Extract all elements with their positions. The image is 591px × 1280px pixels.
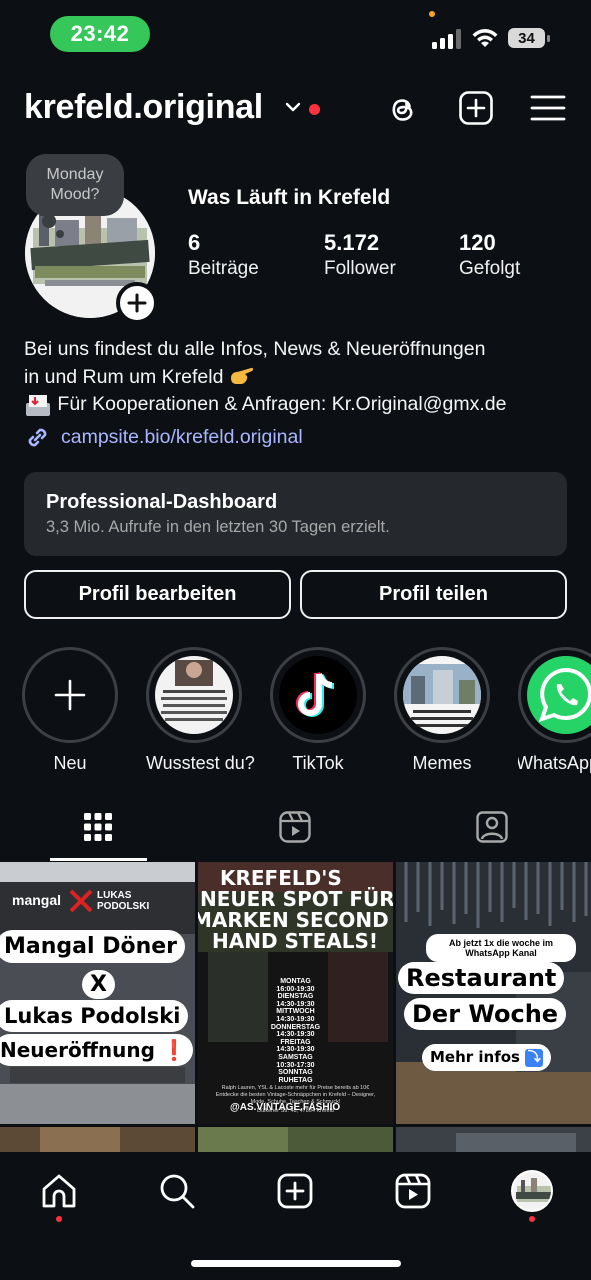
- stat-value: 5.172: [324, 230, 380, 255]
- grid-icon[interactable]: [81, 810, 115, 844]
- highlight-wusstest-du[interactable]: Wusstest du?: [146, 647, 255, 774]
- post-title-line: Neueröffnung: [0, 1038, 155, 1062]
- post-thumbnail[interactable]: Ab jetzt 1x die woche im WhatsApp Kanal …: [396, 862, 591, 1124]
- cellular-signal-icon: [432, 29, 461, 49]
- chevron-down-icon[interactable]: [284, 100, 302, 114]
- profile-notification-dot: [529, 1216, 535, 1222]
- wifi-icon: [472, 29, 498, 47]
- more-info-label: Mehr infos: [430, 1048, 520, 1066]
- highlight-cover: [403, 656, 481, 734]
- plus-icon: [127, 293, 147, 313]
- menu-icon[interactable]: [530, 90, 566, 126]
- post-headline: KREFELD'S: [220, 866, 342, 890]
- create-icon[interactable]: [276, 1172, 314, 1210]
- post-grid: mangal LUKAS PODOLSKI Mangal Döner X Luk…: [0, 862, 591, 1157]
- create-post-icon[interactable]: [458, 90, 494, 126]
- stat-label: Beiträge: [188, 258, 259, 279]
- post-title-line: Restaurant: [398, 962, 565, 994]
- bio-line: Bei uns findest du alle Infos, News & Ne…: [24, 338, 486, 360]
- tiktok-icon: [279, 656, 357, 734]
- profile-nav-avatar[interactable]: [511, 1170, 553, 1212]
- battery-level: 34: [508, 28, 545, 48]
- highlight-whatsapp[interactable]: WhatsApp: [518, 647, 591, 774]
- post-title-line: Lukas Podolski: [0, 1000, 189, 1032]
- home-indicator: [191, 1260, 401, 1267]
- whatsapp-icon: [527, 656, 591, 734]
- post-handle: @AS.VINTAGE.FASHIO: [230, 1102, 341, 1113]
- stat-posts[interactable]: 6 Beiträge: [188, 230, 259, 280]
- exclamation-icon: ❗: [161, 1038, 187, 1062]
- privacy-indicator-dot: [429, 11, 435, 17]
- profile-tabs: [0, 800, 591, 862]
- bio-link[interactable]: campsite.bio/krefeld.original: [24, 424, 303, 451]
- status-time: 23:42: [50, 16, 150, 52]
- post-title-line: Der Woche: [404, 998, 567, 1030]
- stat-label: Gefolgt: [459, 258, 521, 279]
- post-title-line: Mangal Döner: [0, 930, 186, 963]
- link-icon: [28, 428, 47, 447]
- plus-icon: [54, 679, 86, 711]
- profile-bio: Bei uns findest du alle Infos, News & Ne…: [24, 336, 506, 419]
- highlight-memes[interactable]: Memes: [394, 647, 490, 774]
- x-mark-icon: [69, 889, 93, 913]
- battery-icon: 34: [508, 26, 552, 50]
- highlight-label: TikTok: [292, 753, 344, 773]
- highlight-new[interactable]: Neu: [22, 647, 118, 774]
- sign-brand: mangal: [12, 892, 62, 908]
- display-name: Was Läuft in Krefeld: [188, 186, 391, 209]
- arrow-down-icon: ⤵: [525, 1048, 544, 1067]
- reels-icon[interactable]: [278, 810, 312, 844]
- post-headline: NEUER SPOT FÜR: [200, 887, 393, 911]
- bio-link-text[interactable]: campsite.bio/krefeld.original: [61, 426, 303, 449]
- add-story-button[interactable]: [116, 282, 158, 324]
- post-title-line: X: [82, 970, 115, 999]
- search-icon[interactable]: [158, 1172, 196, 1210]
- bio-line: Für Kooperationen & Anfragen: Kr.Origina…: [57, 393, 507, 415]
- stat-value: 120: [459, 230, 496, 255]
- edit-profile-button[interactable]: Profil bearbeiten: [24, 570, 291, 619]
- sign-partner: LUKAS PODOLSKI: [97, 890, 150, 912]
- highlight-label: WhatsApp: [518, 753, 591, 773]
- highlight-label: Memes: [412, 753, 472, 773]
- stat-followers[interactable]: 5.172 Follower: [324, 230, 396, 280]
- bio-line: in und Rum um Krefeld: [24, 365, 224, 388]
- home-icon[interactable]: [40, 1172, 78, 1210]
- post-thumbnail[interactable]: KREFELD'S NEUER SPOT FÜR MARKEN SECOND H…: [198, 862, 393, 1124]
- highlight-label: Neu: [53, 753, 87, 773]
- post-headline: MARKEN SECOND: [198, 908, 389, 932]
- status-bar: 23:42 34: [0, 0, 591, 70]
- dashboard-subtitle: 3,3 Mio. Aufrufe in den letzten 30 Tagen…: [46, 518, 390, 536]
- highlight-tiktok[interactable]: TikTok: [270, 647, 366, 774]
- stat-label: Follower: [324, 258, 396, 279]
- highlight-label: Wusstest du?: [146, 753, 255, 773]
- account-notification-dot: [309, 104, 320, 115]
- share-profile-button[interactable]: Profil teilen: [300, 570, 567, 619]
- profile-username[interactable]: krefeld.original: [24, 88, 263, 127]
- highlight-cover: [155, 656, 233, 734]
- home-notification-dot: [56, 1216, 62, 1222]
- pointing-hand-icon: [230, 368, 253, 385]
- stat-following[interactable]: 120 Gefolgt: [459, 230, 520, 280]
- dashboard-title: Professional-Dashboard: [46, 491, 278, 513]
- profile-note[interactable]: Monday Mood?: [26, 154, 124, 216]
- reels-nav-icon[interactable]: [394, 1172, 432, 1210]
- professional-dashboard[interactable]: Professional-Dashboard 3,3 Mio. Aufrufe …: [24, 472, 567, 556]
- threads-icon[interactable]: [384, 90, 420, 126]
- post-thumbnail[interactable]: mangal LUKAS PODOLSKI Mangal Döner X Luk…: [0, 862, 195, 1124]
- post-headline: HAND STEALS!: [212, 929, 378, 953]
- stat-value: 6: [188, 230, 201, 255]
- tagged-icon[interactable]: [475, 810, 509, 844]
- inbox-tray-icon: [26, 394, 50, 416]
- active-tab-indicator: [50, 858, 147, 861]
